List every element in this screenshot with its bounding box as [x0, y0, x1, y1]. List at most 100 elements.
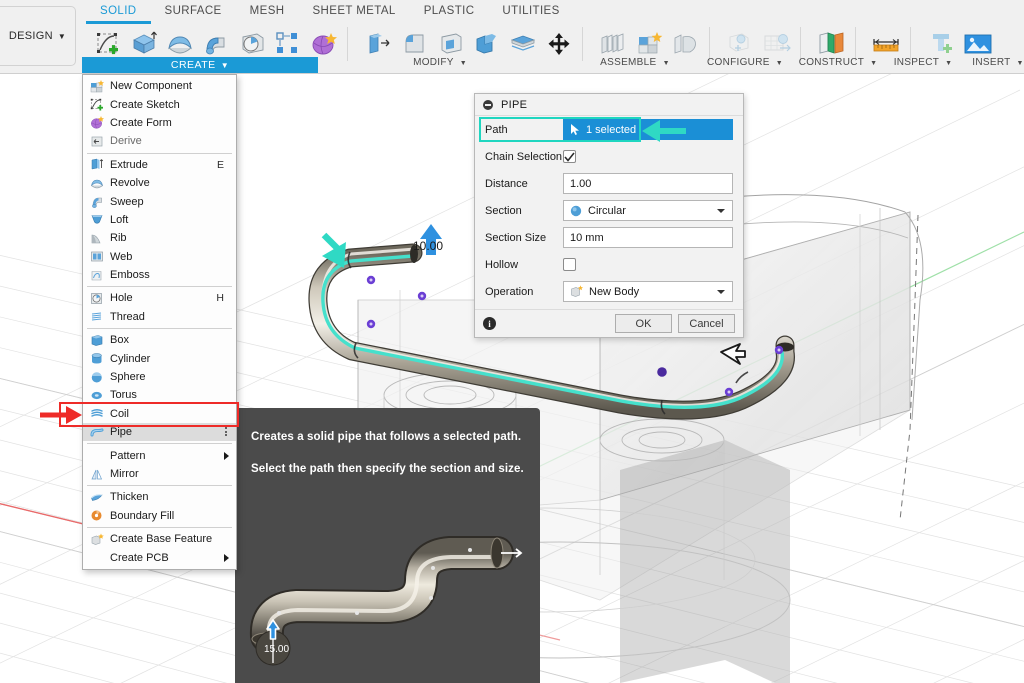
tab-utilities[interactable]: UTILITIES — [488, 0, 573, 21]
loft-icon — [89, 212, 105, 227]
menu-item-label: Thread — [110, 310, 145, 323]
menu-item-loft[interactable]: Loft — [83, 211, 236, 229]
menu-item-pattern[interactable]: Pattern — [83, 446, 236, 464]
menu-item-label: Create Base Feature — [110, 533, 213, 546]
shell-icon — [441, 33, 462, 54]
distance-label: Distance — [485, 177, 528, 190]
chevron-down-icon: ▼ — [870, 60, 878, 67]
menu-item-extrude[interactable]: Extrude E — [83, 156, 236, 174]
panel-label-insert[interactable]: INSERT ▼ — [960, 57, 1024, 72]
menu-item-create-sketch[interactable]: Create Sketch — [83, 95, 236, 113]
menu-item-label: Sweep — [110, 195, 144, 208]
menu-item-create-form[interactable]: Create Form — [83, 114, 236, 132]
ok-button[interactable]: OK — [615, 314, 672, 333]
pipe-dialog-titlebar[interactable]: PIPE — [475, 94, 743, 116]
menu-item-label: Torus — [110, 389, 137, 402]
section-size-value: 10 mm — [570, 231, 604, 244]
menu-item-derive[interactable]: Derive — [83, 132, 236, 150]
menu-item-label: Loft — [110, 213, 129, 226]
menu-item-label: Box — [110, 334, 129, 347]
menu-item-new-component[interactable]: New Component — [83, 77, 236, 95]
menu-item-label: New Component — [110, 80, 192, 93]
menu-divider — [87, 286, 232, 288]
dialog-row-operation: Operation New Body — [475, 278, 743, 305]
chain-selection-checkbox[interactable] — [563, 150, 576, 163]
pattern-icon — [89, 448, 105, 463]
menu-item-label: Sphere — [110, 371, 146, 384]
menu-item-box[interactable]: Box — [83, 331, 236, 349]
operation-dropdown[interactable]: New Body — [563, 281, 733, 302]
offset-face-button[interactable] — [505, 24, 541, 64]
menu-item-sweep[interactable]: Sweep — [83, 192, 236, 210]
dialog-row-path: Path 1 selected — [475, 116, 743, 143]
tab-solid[interactable]: SOLID — [86, 0, 151, 24]
menu-item-rib[interactable]: Rib — [83, 229, 236, 247]
section-size-input[interactable]: 10 mm — [563, 227, 733, 248]
panel-label-create[interactable]: CREATE ▼ — [82, 57, 318, 73]
menu-item-pipe[interactable]: Pipe — [83, 423, 236, 442]
tab-surface[interactable]: SURFACE — [151, 0, 236, 21]
panel-label-inspect[interactable]: INSPECT ▼ — [880, 57, 966, 72]
menu-item-create-base-feature[interactable]: Create Base Feature — [83, 530, 236, 548]
dimension-value-label: 10.00 — [413, 239, 444, 253]
configure-table-icon — [764, 34, 791, 52]
as-built-joint-icon — [674, 34, 696, 54]
chevron-down-icon: ▼ — [775, 60, 784, 67]
info-icon[interactable]: i — [483, 317, 496, 330]
section-dropdown[interactable]: Circular — [563, 200, 733, 221]
cancel-button[interactable]: Cancel — [678, 314, 735, 333]
menu-item-mirror[interactable]: Mirror — [83, 465, 236, 483]
dialog-row-distance: Distance 1.00 — [475, 170, 743, 197]
menu-item-thread[interactable]: Thread — [83, 308, 236, 326]
menu-item-web[interactable]: Web — [83, 248, 236, 266]
menu-item-hole[interactable]: Hole H — [83, 289, 236, 307]
press-pull-icon — [369, 33, 390, 54]
menu-item-label: Create Sketch — [110, 98, 180, 111]
path-selection-field[interactable]: 1 selected — [563, 119, 733, 140]
menu-item-torus[interactable]: Torus — [83, 386, 236, 404]
panel-label-modify[interactable]: MODIFY ▼ — [390, 57, 490, 72]
tab-sheet-metal[interactable]: SHEET METAL — [298, 0, 409, 21]
chevron-down-icon: ▼ — [220, 60, 230, 70]
workspace-switcher-button[interactable]: DESIGN ▼ — [0, 6, 76, 66]
panel-label-construct[interactable]: CONSTRUCT ▼ — [785, 57, 891, 72]
hollow-checkbox[interactable] — [563, 258, 576, 271]
menu-item-cylinder[interactable]: Cylinder — [83, 349, 236, 367]
menu-item-emboss[interactable]: Emboss — [83, 266, 236, 284]
tab-plastic[interactable]: PLASTIC — [410, 0, 489, 21]
menu-item-overflow-icon[interactable] — [225, 427, 227, 437]
menu-item-label: Mirror — [110, 468, 139, 480]
move-copy-button[interactable] — [541, 24, 577, 64]
box-icon — [89, 333, 105, 348]
menu-item-shortcut: H — [216, 292, 224, 305]
panel-label-configure[interactable]: CONFIGURE ▼ — [690, 57, 800, 72]
cylinder-icon — [89, 351, 105, 366]
panel-label-assemble[interactable]: ASSEMBLE ▼ — [580, 57, 690, 72]
extrude-icon — [133, 31, 157, 54]
menu-item-sphere[interactable]: Sphere — [83, 368, 236, 386]
section-size-label: Section Size — [485, 231, 547, 244]
create-base-feature-icon — [89, 532, 105, 547]
submenu-arrow-icon — [224, 451, 229, 460]
menu-item-revolve[interactable]: Revolve — [83, 174, 236, 192]
menu-item-create-pcb[interactable]: Create PCB — [83, 548, 236, 566]
menu-item-thicken[interactable]: Thicken — [83, 488, 236, 506]
tooltip-line-2: Select the path then specify the section… — [251, 463, 524, 475]
menu-item-coil[interactable]: Coil — [83, 405, 236, 423]
menu-divider — [87, 526, 232, 528]
mirror-icon — [89, 467, 105, 482]
ribbon-tab-bar: SOLID SURFACE MESH SHEET METAL PLASTIC U… — [86, 0, 574, 24]
torus-icon — [89, 388, 105, 403]
menu-item-label: Create Form — [110, 116, 172, 129]
circular-section-icon — [570, 205, 582, 216]
collapse-icon[interactable] — [483, 99, 493, 110]
boundary-fill-icon — [89, 508, 105, 523]
tab-mesh[interactable]: MESH — [236, 0, 299, 21]
menu-item-shortcut: E — [216, 158, 224, 171]
section-value: Circular — [588, 204, 626, 217]
menu-item-label: Boundary Fill — [110, 509, 175, 522]
chevron-down-icon: ▼ — [662, 60, 670, 67]
menu-item-boundary-fill[interactable]: Boundary Fill — [83, 507, 236, 525]
fillet-icon — [405, 34, 424, 53]
distance-input[interactable]: 1.00 — [563, 173, 733, 194]
